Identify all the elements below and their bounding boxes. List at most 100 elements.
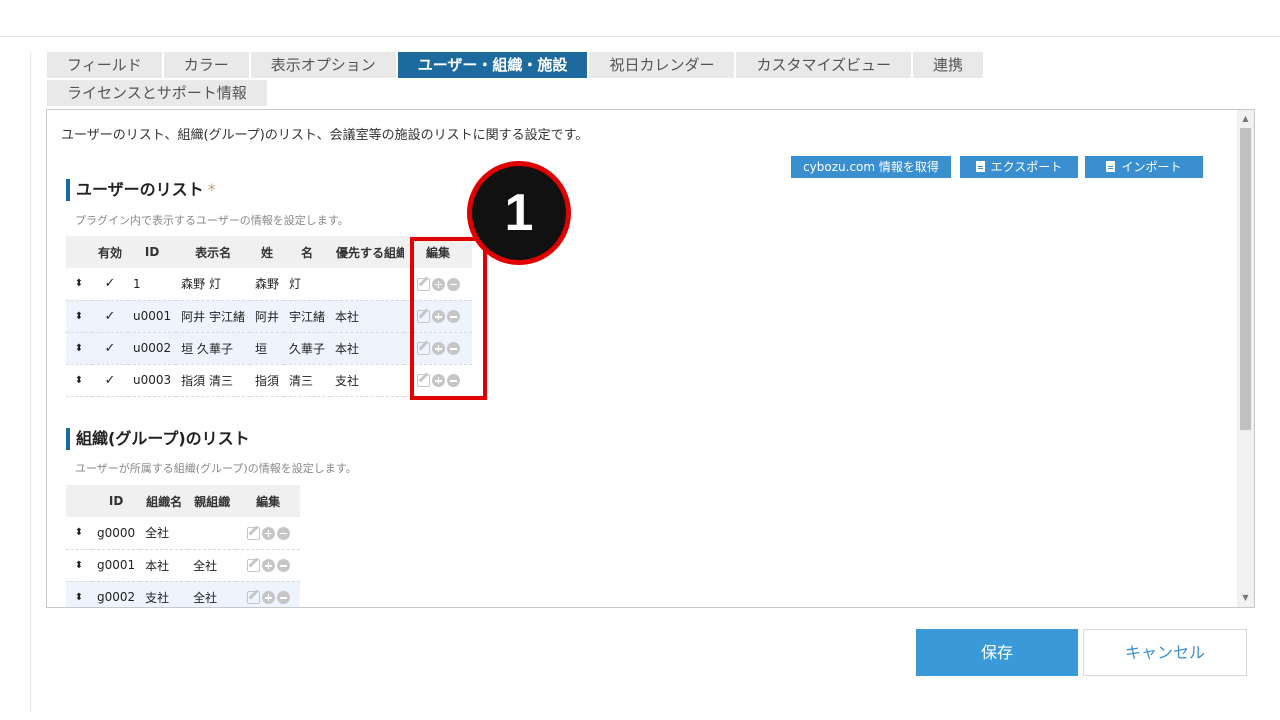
user-priority-org: 本社 [330,332,405,365]
column-header-enabled: 有効 [92,236,129,268]
panel-description: ユーザーのリスト、組織(グループ)のリスト、会議室等の施設のリストに関する設定で… [61,128,589,143]
edit-icon[interactable] [246,559,260,572]
tab-row-2: ライセンスとサポート情報 [47,80,1047,106]
column-header-parent-group: 親組織 [188,485,237,517]
column-header-priority-org: 優先する組織 [330,236,405,268]
edit-actions [236,581,301,607]
drag-handle-icon[interactable]: ⬍ [66,332,92,365]
scroll-up-arrow-icon[interactable]: ▲ [1237,112,1254,126]
group-id: g0000 [92,517,141,550]
tab-integration[interactable]: 連携 [913,52,984,78]
column-header-group-edit: 編集 [236,485,301,517]
vertical-scrollbar[interactable]: ▲ ▼ [1237,110,1254,607]
tab-holiday-calendar[interactable]: 祝日カレンダー [589,52,735,78]
user-last-name: 垣 [250,332,285,365]
group-parent: 全社 [188,581,237,607]
column-header-group-id: ID [92,485,141,517]
table-row: ⬍ g0000 全社 [66,517,301,550]
user-first-name: 灯 [284,268,331,301]
users-title-text: ユーザーのリスト [76,180,204,199]
column-header-group-name: 組織名 [140,485,189,517]
user-last-name: 指須 [250,364,285,397]
import-file-icon [1106,161,1116,172]
add-row-icon[interactable] [261,526,275,540]
tab-field[interactable]: フィールド [47,52,162,78]
save-button[interactable]: 保存 [916,629,1078,676]
user-priority-org: 支社 [330,364,405,397]
user-priority-org: 本社 [330,300,405,333]
fetch-cybozu-label: cybozu.com 情報を取得 [803,160,939,174]
drag-handle-icon[interactable]: ⬍ [66,364,92,397]
group-parent: 全社 [188,549,237,582]
export-file-icon [975,161,985,172]
handle-column-header [66,485,92,517]
edit-column-highlight [410,237,487,400]
user-id: 1 [128,268,177,301]
enabled-check-icon[interactable]: ✓ [92,300,129,333]
drag-handle-icon[interactable]: ⬍ [66,581,92,607]
user-display-name: 森野 灯 [176,268,250,301]
user-priority-org [330,268,405,301]
tab-customize-view[interactable]: カスタマイズビュー [736,52,912,78]
left-divider [30,52,31,712]
add-row-icon[interactable] [261,559,275,572]
groups-title-text: 組織(グループ)のリスト [76,429,250,448]
user-first-name: 清三 [284,364,331,397]
user-display-name: 垣 久華子 [176,332,250,365]
enabled-check-icon[interactable]: ✓ [92,364,129,397]
scroll-thumb[interactable] [1240,128,1251,430]
user-display-name: 阿井 宇江緒 [176,300,250,333]
user-id: u0001 [128,300,177,333]
scroll-down-arrow-icon[interactable]: ▼ [1237,591,1254,605]
edit-actions [236,549,301,582]
tab-row-1: フィールド カラー 表示オプション ユーザー・組織・施設 祝日カレンダー カスタ… [47,52,1047,78]
user-id: u0002 [128,332,177,365]
user-id: u0003 [128,364,177,397]
remove-row-icon[interactable] [276,559,290,572]
group-name: 本社 [140,549,189,582]
groups-header-row: ID 組織名 親組織 編集 [66,485,301,517]
column-header-id: ID [128,236,177,268]
user-last-name: 阿井 [250,300,285,333]
groups-section-title: 組織(グループ)のリスト [66,428,250,450]
user-last-name: 森野 [250,268,285,301]
group-name: 全社 [140,517,189,550]
import-button[interactable]: インポート [1085,156,1203,178]
edit-actions [236,517,301,550]
group-name: 支社 [140,581,189,607]
table-row: ⬍ g0001 本社 全社 [66,549,301,582]
settings-tabs: フィールド カラー 表示オプション ユーザー・組織・施設 祝日カレンダー カスタ… [47,52,1047,108]
edit-icon[interactable] [246,591,260,604]
cancel-button[interactable]: キャンセル [1083,629,1247,676]
tab-license-support[interactable]: ライセンスとサポート情報 [47,80,267,106]
remove-row-icon[interactable] [276,591,290,604]
drag-handle-icon[interactable]: ⬍ [66,549,92,582]
table-row: ⬍ g0002 支社 全社 [66,581,301,607]
add-row-icon[interactable] [261,591,275,604]
fetch-cybozu-button[interactable]: cybozu.com 情報を取得 [791,156,951,178]
export-button[interactable]: エクスポート [960,156,1078,178]
remove-row-icon[interactable] [276,526,290,540]
column-header-display-name: 表示名 [176,236,250,268]
group-parent [188,517,237,550]
enabled-check-icon[interactable]: ✓ [92,268,129,301]
group-id: g0002 [92,581,141,607]
user-display-name: 指須 清三 [176,364,250,397]
groups-table: ID 組織名 親組織 編集 ⬍ g0000 全社 ⬍ g0001 本社 全社 ⬍… [66,485,301,607]
user-first-name: 宇江緒 [284,300,331,333]
enabled-check-icon[interactable]: ✓ [92,332,129,365]
groups-section-description: ユーザーが所属する組織(グループ)の情報を設定します。 [75,462,357,475]
step-number-badge: 1 [467,161,571,265]
tab-users-orgs-facilities[interactable]: ユーザー・組織・施設 [397,52,588,78]
handle-column-header [66,236,92,268]
drag-handle-icon[interactable]: ⬍ [66,300,92,333]
users-section-description: プラグイン内で表示するユーザーの情報を設定します。 [75,214,349,227]
tab-color[interactable]: カラー [163,52,249,78]
users-section-title: ユーザーのリスト * [66,179,216,201]
required-mark: * [207,180,216,199]
drag-handle-icon[interactable]: ⬍ [66,268,92,301]
drag-handle-icon[interactable]: ⬍ [66,517,92,550]
tab-display-options[interactable]: 表示オプション [250,52,396,78]
top-divider [0,36,1280,37]
edit-icon[interactable] [246,526,260,540]
